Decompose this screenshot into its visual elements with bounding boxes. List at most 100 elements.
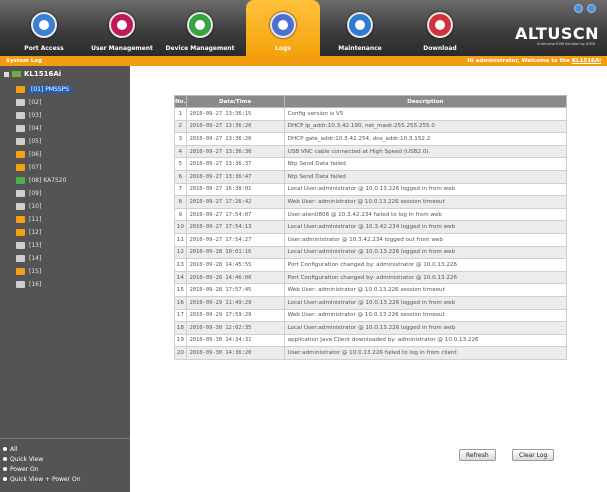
cell-no: 11 xyxy=(174,232,187,247)
cell-description: Local User:administrator @ 10.0.13.226 l… xyxy=(283,182,568,197)
nav-logs[interactable]: Logs xyxy=(246,0,320,56)
port-label: [13] xyxy=(29,241,42,249)
cell-description: Local User:administrator @ 10.3.42.234 l… xyxy=(283,220,568,234)
nav-port-access[interactable]: Port Access xyxy=(6,0,82,56)
port-item-03[interactable]: [03] xyxy=(16,110,126,120)
clear-log-button[interactable]: Clear Log xyxy=(512,449,555,461)
cell-no: 9 xyxy=(174,207,187,222)
port-item-15[interactable]: [15] xyxy=(16,266,126,276)
port-icon xyxy=(16,202,25,210)
device-link[interactable]: KL1516Ai xyxy=(572,58,601,64)
device-management-icon xyxy=(187,12,213,38)
nav-label: Device Management xyxy=(165,45,235,52)
table-row: 2 2010-09-27 13:36:20 DHCP ip_addr:10.3.42… xyxy=(174,119,568,134)
cell-no: 2 xyxy=(174,119,187,134)
table-row: 4 2010-09-27 13:36:30 USB VNC cable connec… xyxy=(174,144,568,159)
port-item-06[interactable]: [06] xyxy=(16,149,126,159)
cell-datetime: 2010-09-30 14:34:31 xyxy=(185,333,285,348)
port-item-05[interactable]: [05] xyxy=(16,136,126,146)
port-label: [03] xyxy=(29,111,42,119)
cell-description: Config version is V5 xyxy=(283,107,568,121)
port-item-01[interactable]: [01] PMSSPS xyxy=(16,84,126,94)
collapse-icon[interactable] xyxy=(4,71,9,77)
table-row: 3 2010-09-27 13:36:20 DHCP gate_addr:10.3.… xyxy=(174,132,568,146)
cell-no: 20 xyxy=(174,346,187,360)
nav-label: Logs xyxy=(275,45,291,52)
filter-quick-view[interactable]: Quick View xyxy=(3,454,81,464)
filter-power-on[interactable]: Power On xyxy=(3,464,81,474)
port-item-14[interactable]: [14] xyxy=(16,253,126,263)
port-icon xyxy=(16,215,25,223)
cell-description: User:aten0808 @ 10.3.42.234 failed to lo… xyxy=(283,207,568,222)
cell-datetime: 2010-09-28 17:57:45 xyxy=(185,283,285,297)
port-label: [06] xyxy=(29,150,42,158)
cell-datetime: 2010-09-27 13:36:47 xyxy=(185,169,285,184)
port-item-04[interactable]: [04] xyxy=(16,123,126,133)
download-icon xyxy=(427,12,453,38)
system-log-table: No. Date/Time Description 1 2010-09-27 13… xyxy=(174,95,568,360)
port-label: [07] xyxy=(29,163,42,171)
port-item-12[interactable]: [12] xyxy=(16,227,126,237)
table-row: 20 2010-09-30 14:36:20 User:administrator … xyxy=(174,346,568,360)
section-title: System Log xyxy=(6,58,43,64)
table-row: 1 2010-09-27 13:36:15 Config version is V5 xyxy=(174,107,568,121)
refresh-button[interactable]: Refresh xyxy=(459,449,496,461)
cell-no: 13 xyxy=(174,258,187,272)
help-icon[interactable] xyxy=(574,4,583,13)
port-icon xyxy=(16,280,25,288)
port-item-10[interactable]: [10] xyxy=(16,201,126,211)
cell-description: Web User: administrator @ 10.0.13.226 se… xyxy=(283,195,568,209)
logout-icon[interactable] xyxy=(587,4,596,13)
cell-description: DHCP gate_addr:10.3.42.254, dns_addr:10.… xyxy=(283,132,568,146)
brand-logo: ALTUSCN xyxy=(515,24,599,43)
nav-device-management[interactable]: Device Management xyxy=(162,0,238,56)
radio-icon xyxy=(3,457,7,461)
filter-label: Quick View xyxy=(10,455,44,463)
cell-datetime: 2010-09-27 17:54:07 xyxy=(185,207,285,222)
cell-datetime: 2010-09-27 17:54:27 xyxy=(185,232,285,247)
filter-quick-view-power-on[interactable]: Quick View + Power On xyxy=(3,474,81,484)
cell-description: Local User:administrator @ 10.0.13.226 l… xyxy=(283,245,568,260)
tree-root[interactable]: KL1516Ai xyxy=(4,70,61,78)
cell-datetime: 2010-09-27 13:36:20 xyxy=(185,132,285,146)
port-icon xyxy=(16,163,25,171)
table-row: 8 2010-09-27 17:26:42 Web User: administra… xyxy=(174,195,568,209)
port-icon xyxy=(16,228,25,236)
section-strip: System Log Hi administrator, Welcome to … xyxy=(0,56,607,66)
cell-datetime: 2010-09-27 17:54:13 xyxy=(185,220,285,234)
cell-description: USB VNC cable connected at High Speed (U… xyxy=(283,144,568,159)
cell-no: 10 xyxy=(174,220,187,234)
cell-no: 1 xyxy=(174,107,187,121)
port-item-13[interactable]: [13] xyxy=(16,240,126,250)
cell-description: User:administrator @ 10.3.42.234 logged … xyxy=(283,232,568,247)
port-item-09[interactable]: [09] xyxy=(16,188,126,198)
brand-subtitle: Enterprise KVM Solution by ATEN xyxy=(537,42,595,46)
cell-no: 15 xyxy=(174,283,187,297)
cell-datetime: 2010-09-30 14:36:20 xyxy=(185,346,285,360)
nav-maintenance[interactable]: Maintenance xyxy=(322,0,398,56)
nav-download[interactable]: Download xyxy=(402,0,478,56)
port-access-icon xyxy=(31,12,57,38)
port-item-02[interactable]: [02] xyxy=(16,97,126,107)
nav-user-management[interactable]: User Management xyxy=(84,0,160,56)
port-item-11[interactable]: [11] xyxy=(16,214,126,224)
logs-icon xyxy=(270,12,296,38)
cell-datetime: 2010-09-27 13:36:20 xyxy=(185,119,285,134)
cell-datetime: 2010-09-27 13:36:37 xyxy=(185,157,285,171)
table-row: 9 2010-09-27 17:54:07 User:aten0808 @ 10.3… xyxy=(174,207,568,222)
nav-label: Download xyxy=(423,45,457,52)
port-item-07[interactable]: [07] xyxy=(16,162,126,172)
column-header-description: Description xyxy=(283,95,568,108)
port-icon xyxy=(16,111,25,119)
cell-datetime: 2010-09-29 17:59:29 xyxy=(185,308,285,323)
port-item-16[interactable]: [16] xyxy=(16,279,126,289)
port-label: [10] xyxy=(29,202,42,210)
filter-all[interactable]: All xyxy=(3,444,81,454)
cell-description: Local User:administrator @ 10.0.13.226 l… xyxy=(283,321,568,335)
cell-description: Ntp Send Data failed xyxy=(283,169,568,184)
cell-no: 8 xyxy=(174,195,187,209)
filter-label: Power On xyxy=(10,465,39,473)
port-label: [09] xyxy=(29,189,42,197)
port-item-08[interactable]: [08] KA7520 xyxy=(16,175,126,185)
table-row: 17 2010-09-29 17:59:29 Web User: administr… xyxy=(174,308,568,323)
